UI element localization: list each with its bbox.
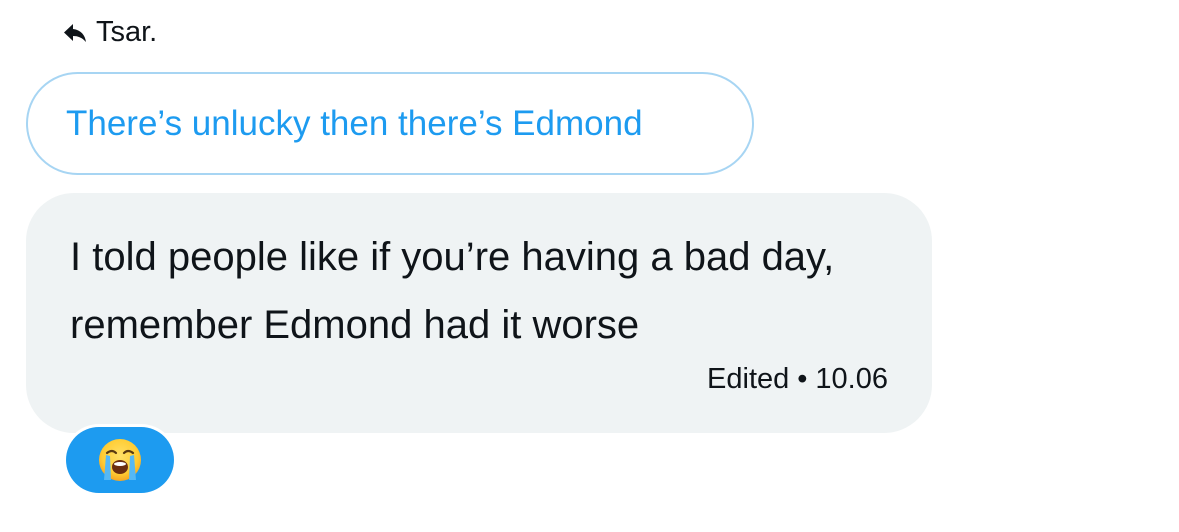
reply-arrow-icon: [62, 20, 88, 46]
message-time: 10.06: [815, 363, 888, 395]
message-meta: Edited • 10.06: [707, 363, 888, 396]
reaction-button[interactable]: [66, 427, 174, 493]
edited-label[interactable]: Edited: [707, 363, 789, 396]
quoted-message-text: There’s unlucky then there’s Edmond: [66, 103, 643, 143]
quoted-message[interactable]: There’s unlucky then there’s Edmond: [26, 72, 754, 175]
loudly-crying-face-icon: [99, 439, 141, 481]
message-text: I told people like if you’re having a ba…: [70, 235, 835, 347]
meta-separator: •: [797, 363, 808, 395]
reply-context[interactable]: Tsar.: [62, 16, 157, 49]
message-bubble[interactable]: I told people like if you’re having a ba…: [26, 193, 932, 433]
reply-context-label: Tsar.: [96, 16, 158, 48]
